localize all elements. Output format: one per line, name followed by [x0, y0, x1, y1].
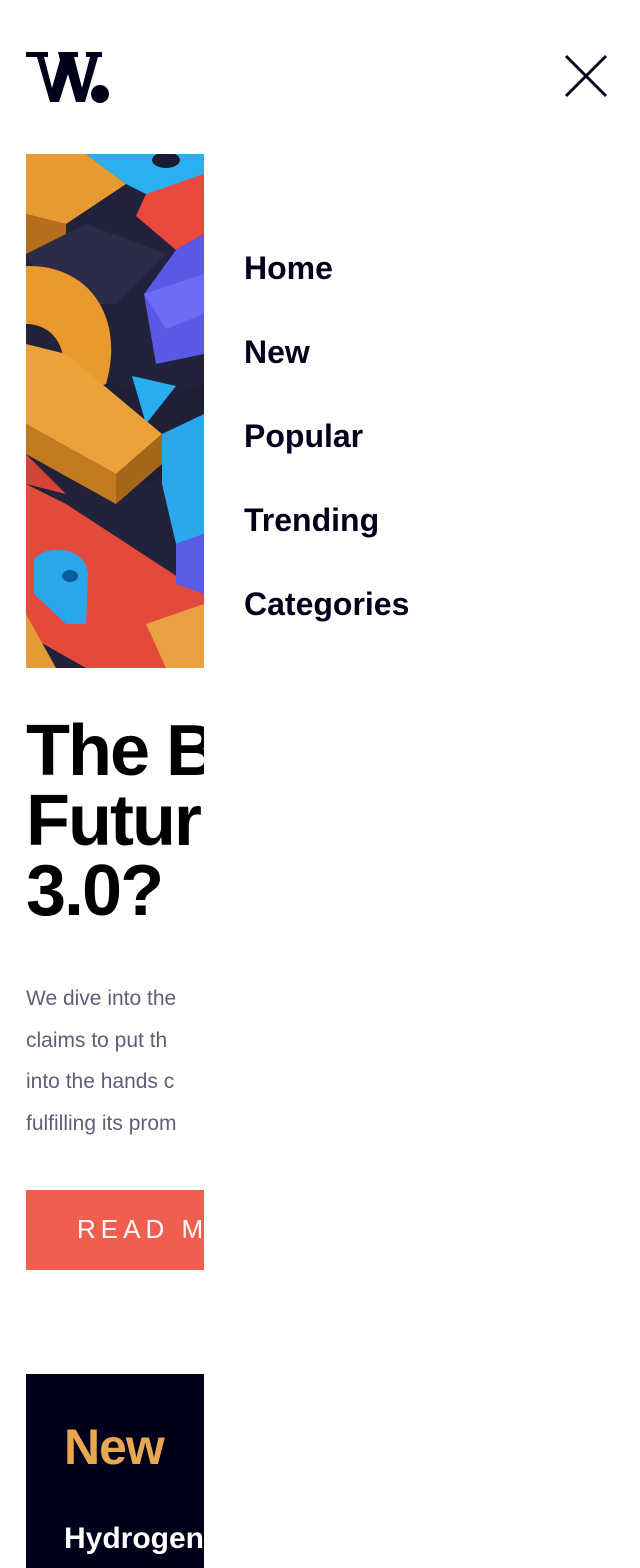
close-menu-button[interactable]	[563, 53, 609, 99]
excerpt-line: claims to put th	[26, 1028, 168, 1052]
headline-line: 3.0?	[26, 851, 164, 931]
nav-item-new[interactable]: New	[244, 330, 624, 414]
excerpt-line: We dive into the	[26, 987, 177, 1010]
headline-line: Futur	[26, 781, 202, 861]
nav-item-trending[interactable]: Trending	[244, 498, 624, 582]
new-article-title[interactable]: Hydrogen	[64, 1522, 204, 1556]
read-more-button[interactable]: READ M	[26, 1190, 204, 1270]
read-more-label: READ M	[77, 1214, 204, 1244]
nav-item-popular[interactable]: Popular	[244, 414, 624, 498]
excerpt-line: fulfilling its prom	[26, 1111, 177, 1135]
w-logo[interactable]	[26, 50, 110, 104]
nav-item-categories[interactable]: Categories	[244, 582, 624, 666]
new-section: New Hydrogen	[26, 1374, 204, 1568]
headline-line: The B	[26, 716, 204, 791]
hero-headline[interactable]: The B Futur 3.0?	[26, 716, 204, 932]
new-section-title: New	[64, 1419, 165, 1475]
nav-item-home[interactable]: Home	[244, 246, 624, 330]
hero-excerpt: We dive into the claims to put th into t…	[26, 978, 204, 1148]
close-x-icon	[564, 54, 608, 98]
main-nav-menu: Home New Popular Trending Categories	[244, 246, 624, 666]
excerpt-line: into the hands c	[26, 1070, 175, 1093]
hero-image[interactable]	[26, 154, 204, 668]
